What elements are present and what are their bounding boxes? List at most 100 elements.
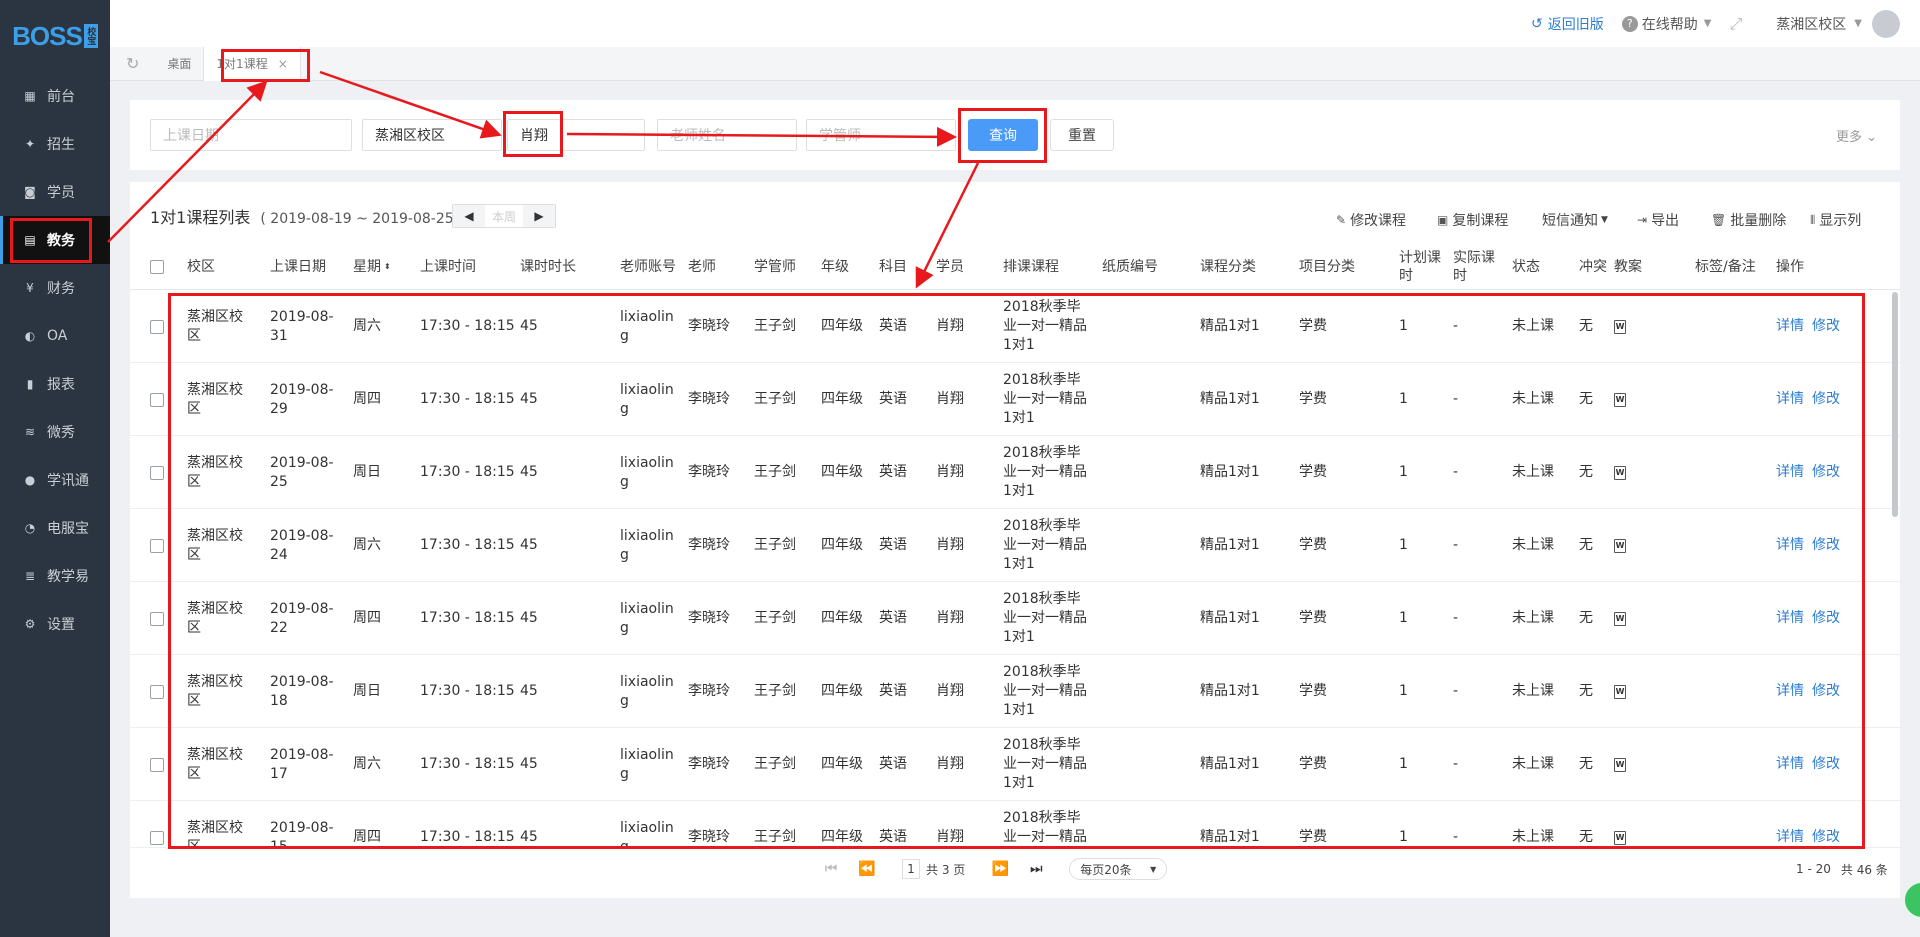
sidebar-item-2[interactable]: ◙ 学员 <box>0 168 110 216</box>
select-all-checkbox[interactable] <box>150 259 164 274</box>
edit-link[interactable]: 修改 <box>1812 390 1840 409</box>
more-filters-toggle[interactable]: 更多 ⌄ <box>1836 126 1877 145</box>
row-checkbox[interactable] <box>150 611 164 626</box>
campus-switcher[interactable]: 蒸湘区校区 ▼ <box>1776 9 1900 38</box>
columns-button[interactable]: ⦀ 显示列 <box>1810 210 1861 230</box>
row-select-cell <box>150 801 178 847</box>
cell-duration: 45 <box>520 318 538 334</box>
sort-icon[interactable]: ⬍ <box>384 258 391 276</box>
sidebar-item-0[interactable]: ▦ 前台 <box>0 72 110 120</box>
word-doc-icon[interactable]: W <box>1614 392 1626 407</box>
page-size-select[interactable]: 每页20条 ▼ <box>1069 858 1168 880</box>
table-row[interactable]: 蒸湘区校区 2019-08-29 周四 17:30 - 18:15 45 lixiaoli… <box>130 363 1900 436</box>
table-row[interactable]: 蒸湘区校区 2019-08-24 周六 17:30 - 18:15 45 lixiaoli… <box>130 509 1900 582</box>
sidebar-item-10[interactable]: ≣ 教学易 <box>0 552 110 600</box>
close-icon[interactable]: × <box>278 57 288 71</box>
teacher-input[interactable]: 老师姓名 <box>657 119 797 151</box>
table-row[interactable]: 蒸湘区校区 2019-08-31 周六 17:30 - 18:15 45 lixiaoli… <box>130 290 1900 363</box>
sidebar-item-1[interactable]: ✦ 招生 <box>0 120 110 168</box>
word-doc-icon[interactable]: W <box>1614 830 1626 845</box>
word-doc-icon[interactable]: W <box>1614 757 1626 772</box>
back-old-version-link[interactable]: ↺ 返回旧版 <box>1531 14 1604 34</box>
logo-text: BOSS <box>12 20 83 51</box>
edit-link[interactable]: 修改 <box>1812 609 1840 628</box>
refresh-icon[interactable]: ↻ <box>110 47 155 81</box>
detail-link[interactable]: 详情 <box>1776 755 1804 774</box>
avatar[interactable] <box>1872 9 1900 38</box>
table-row[interactable]: 蒸湘区校区 2019-08-15 周四 17:30 - 18:15 45 lixiaoli… <box>130 801 1900 848</box>
sidebar-item-7[interactable]: ≋ 微秀 <box>0 408 110 456</box>
word-doc-icon[interactable]: W <box>1614 465 1626 480</box>
table-row[interactable]: 蒸湘区校区 2019-08-22 周四 17:30 - 18:15 45 lixiaoli… <box>130 582 1900 655</box>
reset-button[interactable]: 重置 <box>1050 119 1114 151</box>
cell-status: 未上课 <box>1512 683 1554 699</box>
prev-week-button[interactable]: ◀ <box>453 205 485 227</box>
next-page-icon[interactable]: ⏩ <box>987 857 1013 881</box>
query-button[interactable]: 查询 <box>968 119 1038 151</box>
logo[interactable]: BOSS 校宝 <box>0 0 110 72</box>
sidebar-item-5[interactable]: ◐ OA <box>0 312 110 360</box>
page-number-input[interactable]: 1 <box>902 859 920 879</box>
sidebar-item-9[interactable]: ◔ 电服宝 <box>0 504 110 552</box>
export-button[interactable]: ⇥ 导出 <box>1637 210 1679 230</box>
row-checkbox[interactable] <box>150 830 164 845</box>
tab-desk[interactable]: 桌面 <box>155 47 203 81</box>
batch-delete-button[interactable]: 🗑 批量删除 <box>1711 210 1786 230</box>
row-checkbox[interactable] <box>150 392 164 407</box>
row-checkbox[interactable] <box>150 319 164 334</box>
chat-float-button[interactable] <box>1902 880 1920 920</box>
sidebar-item-3[interactable]: ▤ 教务 <box>0 216 110 264</box>
scrollbar[interactable] <box>1892 292 1898 517</box>
detail-link[interactable]: 详情 <box>1776 390 1804 409</box>
row-checkbox[interactable] <box>150 538 164 553</box>
edit-link[interactable]: 修改 <box>1812 828 1840 847</box>
row-checkbox[interactable] <box>150 684 164 699</box>
row-checkbox[interactable] <box>150 757 164 772</box>
sidebar-item-6[interactable]: ▮ 报表 <box>0 360 110 408</box>
student-input[interactable]: 肖翔 <box>507 119 645 151</box>
prev-page-icon[interactable]: ⏪ <box>854 857 880 881</box>
cell-manager: 王子剑 <box>754 610 796 626</box>
detail-link[interactable]: 详情 <box>1776 463 1804 482</box>
sidebar-item-8[interactable]: ● 学讯通 <box>0 456 110 504</box>
manager-input[interactable]: 学管师 <box>806 119 956 151</box>
campus-select[interactable]: 蒸湘区校区 <box>362 119 502 151</box>
detail-link[interactable]: 详情 <box>1776 536 1804 555</box>
date-input[interactable]: 上课日期 <box>150 119 352 151</box>
table-row[interactable]: 蒸湘区校区 2019-08-18 周日 17:30 - 18:15 45 lixiaoli… <box>130 655 1900 728</box>
sidebar-item-4[interactable]: ¥ 财务 <box>0 264 110 312</box>
edit-link[interactable]: 修改 <box>1812 755 1840 774</box>
word-doc-icon[interactable]: W <box>1614 319 1626 334</box>
detail-link[interactable]: 详情 <box>1776 828 1804 847</box>
edit-link[interactable]: 修改 <box>1812 463 1840 482</box>
column-header[interactable]: 星期 ⬍ <box>353 243 413 290</box>
last-page-icon[interactable]: ⏭ <box>1023 857 1049 881</box>
detail-link[interactable]: 详情 <box>1776 682 1804 701</box>
edit-link[interactable]: 修改 <box>1812 317 1840 336</box>
tab-1on1-course[interactable]: 1对1课程 × <box>203 46 301 81</box>
word-doc-icon[interactable]: W <box>1614 684 1626 699</box>
table-row[interactable]: 蒸湘区校区 2019-08-25 周日 17:30 - 18:15 45 lixiaoli… <box>130 436 1900 509</box>
sms-notify-menu[interactable]: 短信通知 ▼ <box>1542 210 1608 230</box>
column-header: 项目分类 <box>1299 258 1355 275</box>
detail-link[interactable]: 详情 <box>1776 609 1804 628</box>
edit-link[interactable]: 修改 <box>1812 682 1840 701</box>
help-menu[interactable]: ? 在线帮助 ▼ <box>1621 14 1711 34</box>
copy-course-button[interactable]: ▣ 复制课程 <box>1437 210 1508 230</box>
row-checkbox[interactable] <box>150 465 164 480</box>
row-select-cell <box>150 728 178 801</box>
cell-subject: 英语 <box>879 537 907 553</box>
detail-link[interactable]: 详情 <box>1776 317 1804 336</box>
table-row[interactable]: 蒸湘区校区 2019-08-17 周六 17:30 - 18:15 45 lixiaoli… <box>130 728 1900 801</box>
first-page-icon[interactable]: ⏮ <box>818 857 844 881</box>
sidebar-item-11[interactable]: ⚙ 设置 <box>0 600 110 648</box>
cell-course: 2018秋季毕业一对一精品1对1 <box>1003 664 1087 718</box>
edit-course-button[interactable]: ✎ 修改课程 <box>1336 210 1406 230</box>
word-doc-icon[interactable]: W <box>1614 611 1626 626</box>
word-doc-icon[interactable]: W <box>1614 538 1626 553</box>
edit-link[interactable]: 修改 <box>1812 536 1840 555</box>
fullscreen-icon[interactable]: ⤢ <box>1729 14 1742 34</box>
next-week-button[interactable]: ▶ <box>523 205 555 227</box>
cell-course: 2018秋季毕业一对一精品1对1 <box>1003 372 1087 426</box>
current-week-button[interactable]: 本周 <box>485 205 523 227</box>
